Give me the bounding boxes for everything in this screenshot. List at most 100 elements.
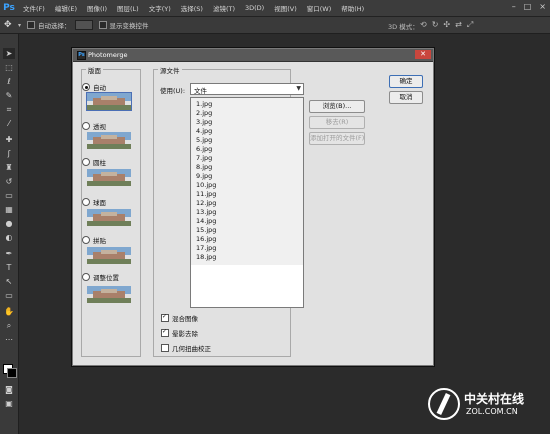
source-file-list[interactable]: 1.jpg 2.jpg 3.jpg 4.jpg 5.jpg 6.jpg 7.jp… — [190, 97, 304, 308]
file-list-item[interactable]: 7.jpg — [196, 154, 212, 162]
chevron-down-icon[interactable]: ▾ — [18, 22, 21, 29]
three-dots-icon[interactable]: ⋯ — [3, 334, 15, 345]
rotate-3d-icon[interactable]: ⟲ — [420, 20, 427, 30]
menu-layer[interactable]: 图层(L) — [117, 3, 139, 13]
layout-cylindrical-thumbnail[interactable] — [87, 169, 131, 186]
radio-collage[interactable] — [82, 236, 90, 244]
layout-spherical-thumbnail[interactable] — [87, 209, 131, 226]
close-app-button[interactable]: × — [539, 3, 546, 11]
quick-mask-icon[interactable]: ◙ — [3, 384, 15, 395]
layout-auto-thumbnail[interactable] — [86, 92, 132, 111]
dialog-titlebar[interactable]: Ps Photomerge ✕ — [73, 49, 433, 62]
radio-perspective[interactable] — [82, 122, 90, 130]
brush-tool-icon[interactable]: ʃ — [3, 148, 15, 159]
file-list-item[interactable]: 11.jpg — [196, 190, 216, 198]
browse-button[interactable]: 浏览(B)... — [309, 100, 365, 113]
layout-collage-thumbnail[interactable] — [87, 247, 131, 264]
healing-brush-tool-icon[interactable]: ✚ — [3, 134, 15, 145]
file-list-item[interactable]: 3.jpg — [196, 118, 212, 126]
layout-option-cylindrical[interactable]: 圆柱 — [82, 157, 106, 167]
menu-help[interactable]: 帮助(H) — [341, 3, 364, 13]
zoom-tool-icon[interactable]: ⌕ — [3, 320, 15, 331]
menu-view[interactable]: 视图(V) — [274, 3, 297, 13]
file-list-item[interactable]: 15.jpg — [196, 226, 216, 234]
rectangle-tool-icon[interactable]: ▭ — [3, 290, 15, 301]
eraser-tool-icon[interactable]: ▭ — [3, 190, 15, 201]
radio-cylindrical[interactable] — [82, 158, 90, 166]
path-select-tool-icon[interactable]: ↖ — [3, 276, 15, 287]
blend-images-option[interactable]: 混合图像 — [161, 313, 198, 323]
use-dropdown-value: 文件 — [194, 87, 207, 95]
add-open-files-button[interactable]: 添加打开的文件(F) — [309, 132, 365, 145]
blur-tool-icon[interactable]: ● — [3, 218, 15, 229]
file-list-item[interactable]: 5.jpg — [196, 136, 212, 144]
file-list-item[interactable]: 17.jpg — [196, 244, 216, 252]
layout-option-auto[interactable]: 自动 — [82, 82, 106, 92]
cancel-button[interactable]: 取消 — [389, 91, 423, 104]
layout-option-collage[interactable]: 拼贴 — [82, 235, 106, 245]
screen-mode-icon[interactable]: ▣ — [3, 398, 15, 409]
file-list-item[interactable]: 16.jpg — [196, 235, 216, 243]
auto-select-dropdown[interactable] — [74, 20, 93, 30]
minimize-button[interactable]: – — [512, 3, 516, 11]
vignette-removal-checkbox[interactable] — [161, 328, 169, 337]
file-list-item[interactable]: 8.jpg — [196, 163, 212, 171]
background-color-swatch[interactable] — [7, 368, 17, 378]
blend-images-checkbox[interactable] — [161, 313, 169, 322]
crop-tool-icon[interactable]: ⌗ — [3, 104, 15, 115]
menu-type[interactable]: 文字(Y) — [149, 3, 171, 13]
file-list-item[interactable]: 13.jpg — [196, 208, 216, 216]
scale-3d-icon[interactable]: ⤢ — [467, 20, 473, 30]
quick-select-tool-icon[interactable]: ✎ — [3, 90, 15, 101]
history-brush-tool-icon[interactable]: ↺ — [3, 176, 15, 187]
radio-reposition[interactable] — [82, 273, 90, 281]
auto-select-checkbox[interactable] — [27, 21, 36, 29]
ok-button[interactable]: 确定 — [389, 75, 423, 88]
menu-image[interactable]: 图像(I) — [87, 3, 107, 13]
remove-button[interactable]: 移去(R) — [309, 116, 365, 129]
menu-file[interactable]: 文件(F) — [23, 3, 45, 13]
menu-window[interactable]: 窗口(W) — [307, 3, 332, 13]
file-list-item[interactable]: 4.jpg — [196, 127, 212, 135]
geometric-distortion-checkbox[interactable] — [161, 344, 169, 352]
gradient-tool-icon[interactable]: ▦ — [3, 204, 15, 215]
clone-stamp-tool-icon[interactable]: ♜ — [3, 162, 15, 173]
file-list-item[interactable]: 1.jpg — [196, 100, 212, 108]
geometric-distortion-option[interactable]: 几何扭曲校正 — [161, 343, 211, 353]
file-list-item[interactable]: 14.jpg — [196, 217, 216, 225]
file-list-item[interactable]: 9.jpg — [196, 172, 212, 180]
close-icon[interactable]: ✕ — [415, 50, 431, 59]
file-list-item[interactable]: 18.jpg — [196, 253, 216, 261]
roll-3d-icon[interactable]: ↻ — [432, 20, 439, 30]
hand-tool-icon[interactable]: ✋ — [3, 306, 15, 317]
marquee-tool-icon[interactable]: ⬚ — [3, 62, 15, 73]
layout-option-reposition[interactable]: 调整位置 — [82, 272, 119, 282]
menu-3d[interactable]: 3D(D) — [245, 4, 264, 12]
file-list-item[interactable]: 10.jpg — [196, 181, 216, 189]
radio-auto[interactable] — [82, 83, 90, 91]
dodge-tool-icon[interactable]: ◐ — [3, 232, 15, 243]
radio-spherical[interactable] — [82, 198, 90, 206]
layout-option-perspective[interactable]: 透视 — [82, 121, 106, 131]
vignette-removal-option[interactable]: 晕影去除 — [161, 328, 198, 338]
file-list-item[interactable]: 2.jpg — [196, 109, 212, 117]
drag-3d-icon[interactable]: ✣ — [443, 20, 450, 30]
type-tool-icon[interactable]: T — [3, 262, 15, 273]
layout-reposition-thumbnail[interactable] — [87, 286, 131, 303]
show-transform-checkbox[interactable] — [98, 21, 107, 29]
menu-filter[interactable]: 滤镜(T) — [213, 3, 235, 13]
maximize-button[interactable]: □ — [524, 3, 532, 11]
slide-3d-icon[interactable]: ⇄ — [455, 20, 462, 30]
layout-perspective-thumbnail[interactable] — [87, 132, 131, 149]
menu-edit[interactable]: 编辑(E) — [55, 3, 77, 13]
move-tool-icon[interactable]: ➤ — [3, 48, 15, 59]
file-list-item[interactable]: 6.jpg — [196, 145, 212, 153]
menu-select[interactable]: 选择(S) — [181, 3, 203, 13]
pen-tool-icon[interactable]: ✒ — [3, 248, 15, 259]
eyedropper-tool-icon[interactable]: ⁄ — [3, 118, 15, 129]
file-list-item[interactable]: 12.jpg — [196, 199, 216, 207]
layout-option-spherical[interactable]: 球面 — [82, 197, 106, 207]
use-dropdown[interactable]: 文件 ▼ — [190, 83, 304, 95]
move-tool-icon[interactable]: ✥ — [4, 19, 18, 31]
lasso-tool-icon[interactable]: ℓ — [3, 76, 15, 87]
